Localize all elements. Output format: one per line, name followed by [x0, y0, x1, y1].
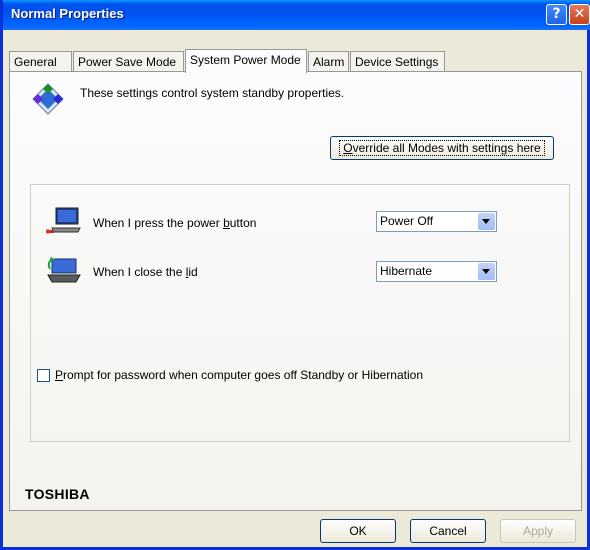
password-mnemonic: P [55, 368, 64, 382]
title-bar[interactable]: Normal Properties ? ✕ [3, 0, 590, 30]
cancel-button[interactable]: Cancel [410, 519, 486, 543]
lid-label-post: id [188, 265, 198, 279]
tab-general-label: General [14, 55, 57, 69]
chevron-down-icon[interactable] [478, 263, 495, 280]
tab-system-power-mode[interactable]: System Power Mode [185, 49, 307, 73]
chevron-down-icon[interactable] [478, 213, 495, 230]
laptop-lid-icon [47, 257, 81, 283]
intro-text: These settings control system standby pr… [80, 86, 345, 100]
tab-system-power-mode-label: System Power Mode [190, 53, 301, 67]
close-icon: ✕ [573, 6, 586, 22]
tab-device-settings-label: Device Settings [355, 55, 439, 69]
standby-diamond-icon [32, 83, 64, 115]
lid-select-value: Hibernate [380, 264, 433, 278]
help-icon: ? [552, 6, 561, 22]
apply-button[interactable]: Apply [500, 519, 576, 543]
tab-general[interactable]: General [9, 51, 72, 71]
power-label-post: utton [229, 216, 257, 230]
ok-button[interactable]: OK [320, 519, 396, 543]
close-button[interactable]: ✕ [569, 4, 590, 25]
tab-power-save-mode-label: Power Save Mode [78, 55, 177, 69]
window-title: Normal Properties [11, 6, 124, 21]
tab-alarm-label: Alarm [313, 55, 345, 69]
tab-alarm[interactable]: Alarm [308, 51, 349, 71]
close-lid-label: When I close the lid [93, 265, 198, 279]
override-button-label: Override all Modes with settings here [339, 140, 545, 156]
override-rest: verride all Modes with settings here [352, 141, 541, 155]
password-rest: rompt for password when computer goes of… [63, 368, 423, 382]
override-all-modes-button[interactable]: Override all Modes with settings here [330, 136, 554, 160]
toshiba-logo: TOSHIBA [25, 486, 90, 502]
laptop-power-icon [46, 207, 81, 234]
power-label-mnemonic: b [223, 216, 230, 230]
help-button[interactable]: ? [546, 4, 567, 25]
power-select-value: Power Off [380, 214, 434, 228]
power-button-label: When I press the power button [93, 216, 256, 230]
tab-device-settings[interactable]: Device Settings [350, 51, 445, 71]
power-button-action-select[interactable]: Power Off [376, 211, 497, 232]
tab-power-save-mode[interactable]: Power Save Mode [73, 51, 184, 71]
lid-label-pre: When I close the [93, 265, 186, 279]
password-prompt-label[interactable]: Prompt for password when computer goes o… [55, 368, 423, 382]
password-prompt-checkbox[interactable] [37, 369, 50, 382]
close-lid-action-select[interactable]: Hibernate [376, 261, 497, 282]
override-mnemonic: O [343, 141, 353, 155]
power-label-pre: When I press the power [93, 216, 224, 230]
